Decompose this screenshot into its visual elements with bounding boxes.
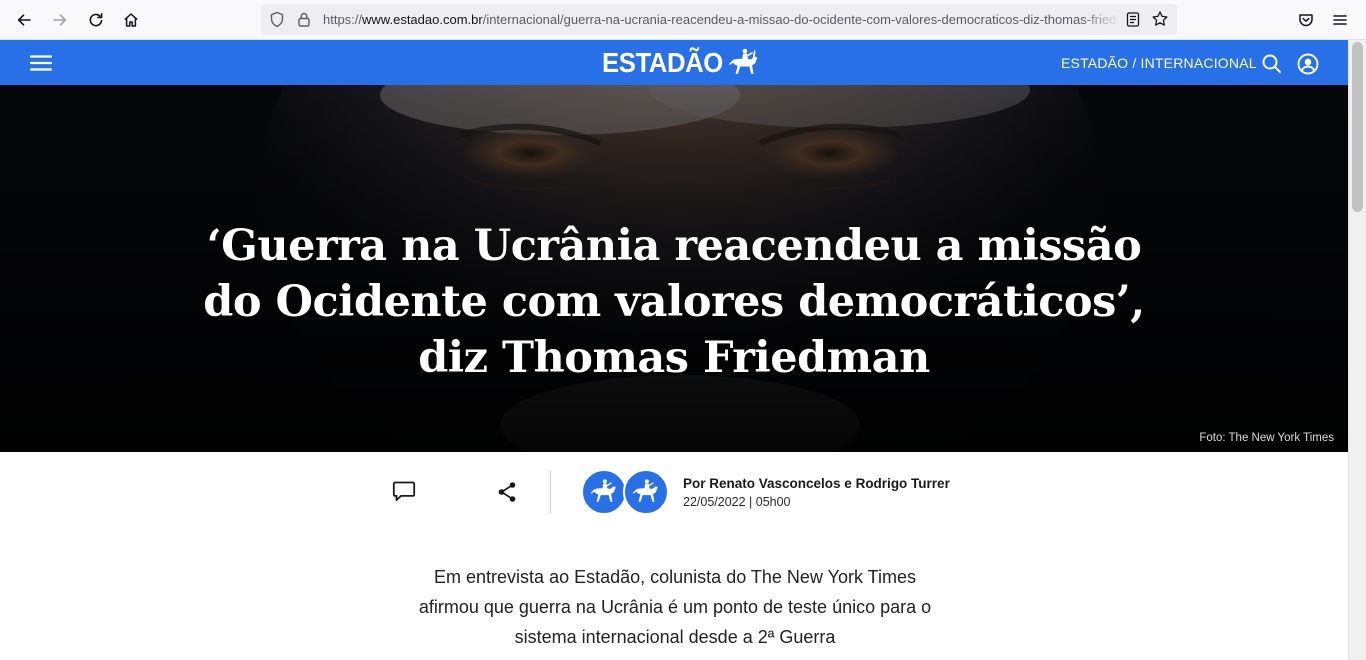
article-subtitle: Em entrevista ao Estadão, colunista do T… bbox=[418, 567, 932, 647]
page-scrollbar[interactable] bbox=[1348, 40, 1366, 660]
reload-icon bbox=[89, 13, 103, 27]
hamburger-icon[interactable] bbox=[30, 54, 52, 72]
pocket-icon bbox=[1299, 14, 1313, 27]
back-button[interactable] bbox=[10, 6, 38, 34]
search-icon[interactable] bbox=[1261, 53, 1282, 74]
article-headline: ‘Guerra na Ucrânia reacendeu a missão do… bbox=[203, 221, 1145, 383]
address-bar[interactable]: https://www.estadao.com.br/internacional… bbox=[261, 4, 1177, 35]
browser-toolbar: https://www.estadao.com.br/internacional… bbox=[0, 0, 1366, 40]
horse-rider-icon bbox=[632, 479, 658, 502]
arrow-right-icon bbox=[53, 14, 67, 26]
home-icon bbox=[124, 13, 138, 27]
publish-date: 22/05/2022 | 05h00 bbox=[683, 495, 791, 509]
url-scheme: https:// bbox=[323, 12, 363, 27]
share-icon[interactable] bbox=[497, 481, 517, 503]
reader-view-icon[interactable] bbox=[1125, 11, 1141, 28]
horse-rider-icon bbox=[590, 479, 616, 502]
lock-icon[interactable] bbox=[296, 11, 312, 28]
author-byline[interactable]: Por Renato Vasconcelos e Rodrigo Turrer bbox=[683, 476, 950, 491]
logo-text: ESTADÃO bbox=[602, 47, 723, 78]
site-logo[interactable]: ESTADÃO bbox=[602, 47, 761, 78]
star-icon[interactable] bbox=[1151, 10, 1169, 28]
url-host: www.estadao.com.br bbox=[362, 12, 483, 27]
user-icon[interactable] bbox=[1297, 53, 1319, 75]
scrollbar-thumb[interactable] bbox=[1352, 42, 1363, 212]
meta-divider bbox=[550, 471, 551, 513]
app-menu-button[interactable] bbox=[1326, 6, 1354, 34]
pocket-button[interactable] bbox=[1292, 6, 1320, 34]
horse-rider-icon bbox=[729, 48, 758, 74]
home-button[interactable] bbox=[117, 6, 145, 34]
reload-button[interactable] bbox=[82, 6, 110, 34]
site-header: ESTADÃO ESTADÃO / INTERNACIONAL bbox=[0, 40, 1348, 85]
forward-button[interactable] bbox=[46, 6, 74, 34]
menu-icon bbox=[1333, 15, 1347, 25]
arrow-left-icon bbox=[17, 14, 31, 26]
author-avatar[interactable] bbox=[623, 469, 669, 515]
shield-icon[interactable] bbox=[269, 11, 285, 28]
url-path: /internacional/guerra-na-ucrania-reacend… bbox=[482, 12, 1118, 27]
photo-credit: Foto: The New York Times bbox=[1199, 432, 1334, 444]
section-breadcrumb[interactable]: ESTADÃO / INTERNACIONAL bbox=[1061, 55, 1257, 71]
url-text[interactable]: https://www.estadao.com.br/internacional… bbox=[323, 12, 1118, 28]
comment-icon[interactable] bbox=[392, 480, 416, 502]
author-avatar[interactable] bbox=[581, 469, 627, 515]
hero-banner: ‘Guerra na Ucrânia reacendeu a missão do… bbox=[0, 85, 1348, 452]
url-fade bbox=[1081, 8, 1121, 30]
